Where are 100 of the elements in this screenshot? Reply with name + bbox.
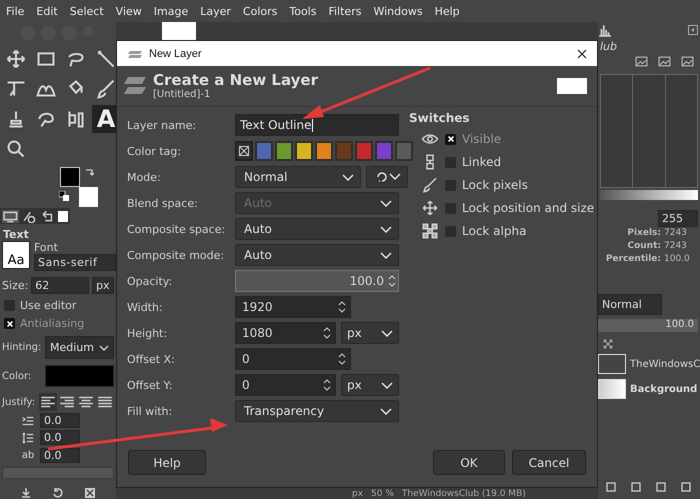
menu-item[interactable]: Windows <box>373 4 423 18</box>
stat-label: Percentile: <box>606 254 661 266</box>
number-field[interactable]: 0 <box>235 348 351 370</box>
stat-value: 7243 <box>664 241 688 253</box>
spacing-field[interactable]: 0.0 <box>40 430 80 446</box>
swap-icon[interactable] <box>84 166 94 177</box>
checkbox[interactable] <box>4 300 15 312</box>
spin-icon[interactable] <box>323 377 331 393</box>
default-colors-icon[interactable] <box>59 190 69 201</box>
panel-menu-icon[interactable] <box>688 25 698 35</box>
menu-item[interactable]: Help <box>434 4 460 18</box>
scroll-bar[interactable] <box>2 466 114 479</box>
histogram-mode-icon[interactable] <box>635 55 648 68</box>
tool-options-tab[interactable] <box>2 210 19 223</box>
unit-dropdown[interactable]: px <box>341 322 399 344</box>
checkbox[interactable] <box>445 156 456 168</box>
dropdown[interactable]: Auto <box>235 218 399 240</box>
checkbox[interactable] <box>4 318 15 330</box>
layer-name-field[interactable]: Text Outline <box>235 114 399 136</box>
font-preview[interactable]: Aa <box>2 241 30 270</box>
zoom-dropdown[interactable]: 50 % <box>371 488 394 498</box>
images-tab[interactable] <box>58 210 68 222</box>
color-tag[interactable] <box>355 141 373 161</box>
layer-action-icon[interactable] <box>680 481 692 493</box>
justify-left-button[interactable] <box>39 393 57 412</box>
chevron-icon <box>380 200 392 206</box>
check-icon <box>446 135 454 143</box>
dropdown[interactable]: Normal <box>235 166 361 188</box>
lock-alpha-icon[interactable] <box>602 338 614 350</box>
device-status-tab[interactable] <box>20 210 38 223</box>
spin-icon[interactable] <box>338 351 346 367</box>
chevron-icon <box>380 408 392 414</box>
spin-icon[interactable] <box>388 274 396 288</box>
color-tag[interactable] <box>395 141 413 161</box>
menu-item[interactable]: File <box>6 4 24 18</box>
hinting-dropdown[interactable]: Medium <box>45 336 114 360</box>
menu-item[interactable]: Select <box>70 4 104 18</box>
spin-icon[interactable] <box>323 325 331 341</box>
ok-button[interactable]: OK <box>433 450 505 475</box>
close-icon[interactable] <box>577 48 587 58</box>
stat-label: Pixels: <box>627 228 661 240</box>
menu-item[interactable]: Colors <box>242 4 278 18</box>
save-icon[interactable] <box>20 486 32 499</box>
reset-icon[interactable] <box>52 486 64 499</box>
font-field[interactable]: Sans-serif <box>34 254 116 272</box>
color-tag[interactable] <box>275 141 293 161</box>
menu-item[interactable]: Edit <box>36 4 58 18</box>
foreground-color[interactable] <box>60 166 80 187</box>
layer-mode-dropdown[interactable]: Normal <box>598 294 662 315</box>
background-color[interactable] <box>79 186 98 207</box>
checkbox-label: Antialiasing <box>20 317 84 330</box>
menu-item[interactable]: View <box>116 4 142 18</box>
color-tag[interactable] <box>255 141 273 161</box>
unit-dropdown[interactable]: px <box>341 374 399 396</box>
menu-item[interactable]: Filters <box>328 4 362 18</box>
field-label: Offset X: <box>127 352 176 366</box>
menu-item[interactable]: Tools <box>289 4 316 18</box>
help-button[interactable]: Help <box>128 450 206 475</box>
opacity-slider[interactable]: 100.0 <box>598 319 698 332</box>
number-field[interactable]: 1080 <box>235 322 336 344</box>
layer-action-icon[interactable] <box>630 481 642 493</box>
menu-item[interactable]: Image <box>154 4 188 18</box>
checkbox[interactable] <box>445 226 456 236</box>
layer-action-icon[interactable] <box>604 481 616 493</box>
layer-row[interactable]: Background <box>598 378 698 400</box>
stat-label: Count: <box>627 241 661 253</box>
opacity-slider[interactable]: 100.0 <box>235 270 399 292</box>
histogram-mode-icon[interactable] <box>658 55 671 68</box>
spacing-field[interactable]: 0.0 <box>40 448 80 463</box>
size-field[interactable]: 62 <box>31 277 90 294</box>
color-tag[interactable] <box>335 141 353 161</box>
checkbox[interactable] <box>445 180 456 190</box>
dropdown[interactable]: Auto <box>235 244 399 266</box>
color-tag[interactable] <box>315 141 333 161</box>
delete-icon[interactable] <box>84 486 96 499</box>
spin-icon[interactable] <box>338 299 346 315</box>
unit-dropdown[interactable]: px <box>352 488 364 498</box>
histogram-tab[interactable] <box>598 23 612 37</box>
spacing-field[interactable]: 0.0 <box>40 413 80 428</box>
number-field[interactable]: 0 <box>235 374 336 396</box>
dropdown[interactable]: Transparency <box>235 400 399 422</box>
layer-row[interactable]: TheWindowsC <box>598 353 698 375</box>
composite-dropdown[interactable] <box>366 166 408 188</box>
menu-item[interactable]: Layer <box>200 4 231 18</box>
text-tool[interactable]: A <box>92 104 116 133</box>
hinting-label: Hinting: <box>2 342 42 354</box>
checkbox[interactable] <box>445 202 456 214</box>
range-field[interactable]: 255 <box>658 210 698 227</box>
no-color-tag[interactable] <box>235 141 253 161</box>
color-tag[interactable] <box>295 141 313 161</box>
unit-dropdown[interactable]: px <box>92 277 114 294</box>
move-icon <box>421 199 439 217</box>
layer-action-icon[interactable] <box>654 481 666 493</box>
number-field[interactable]: 1920 <box>235 296 351 318</box>
histogram-mode-icon[interactable] <box>681 55 694 68</box>
color-tag[interactable] <box>375 141 393 161</box>
cancel-button[interactable]: Cancel <box>512 450 586 475</box>
layer-preview <box>557 78 587 94</box>
text-color-button[interactable] <box>45 365 114 388</box>
layer-icon <box>127 48 143 58</box>
